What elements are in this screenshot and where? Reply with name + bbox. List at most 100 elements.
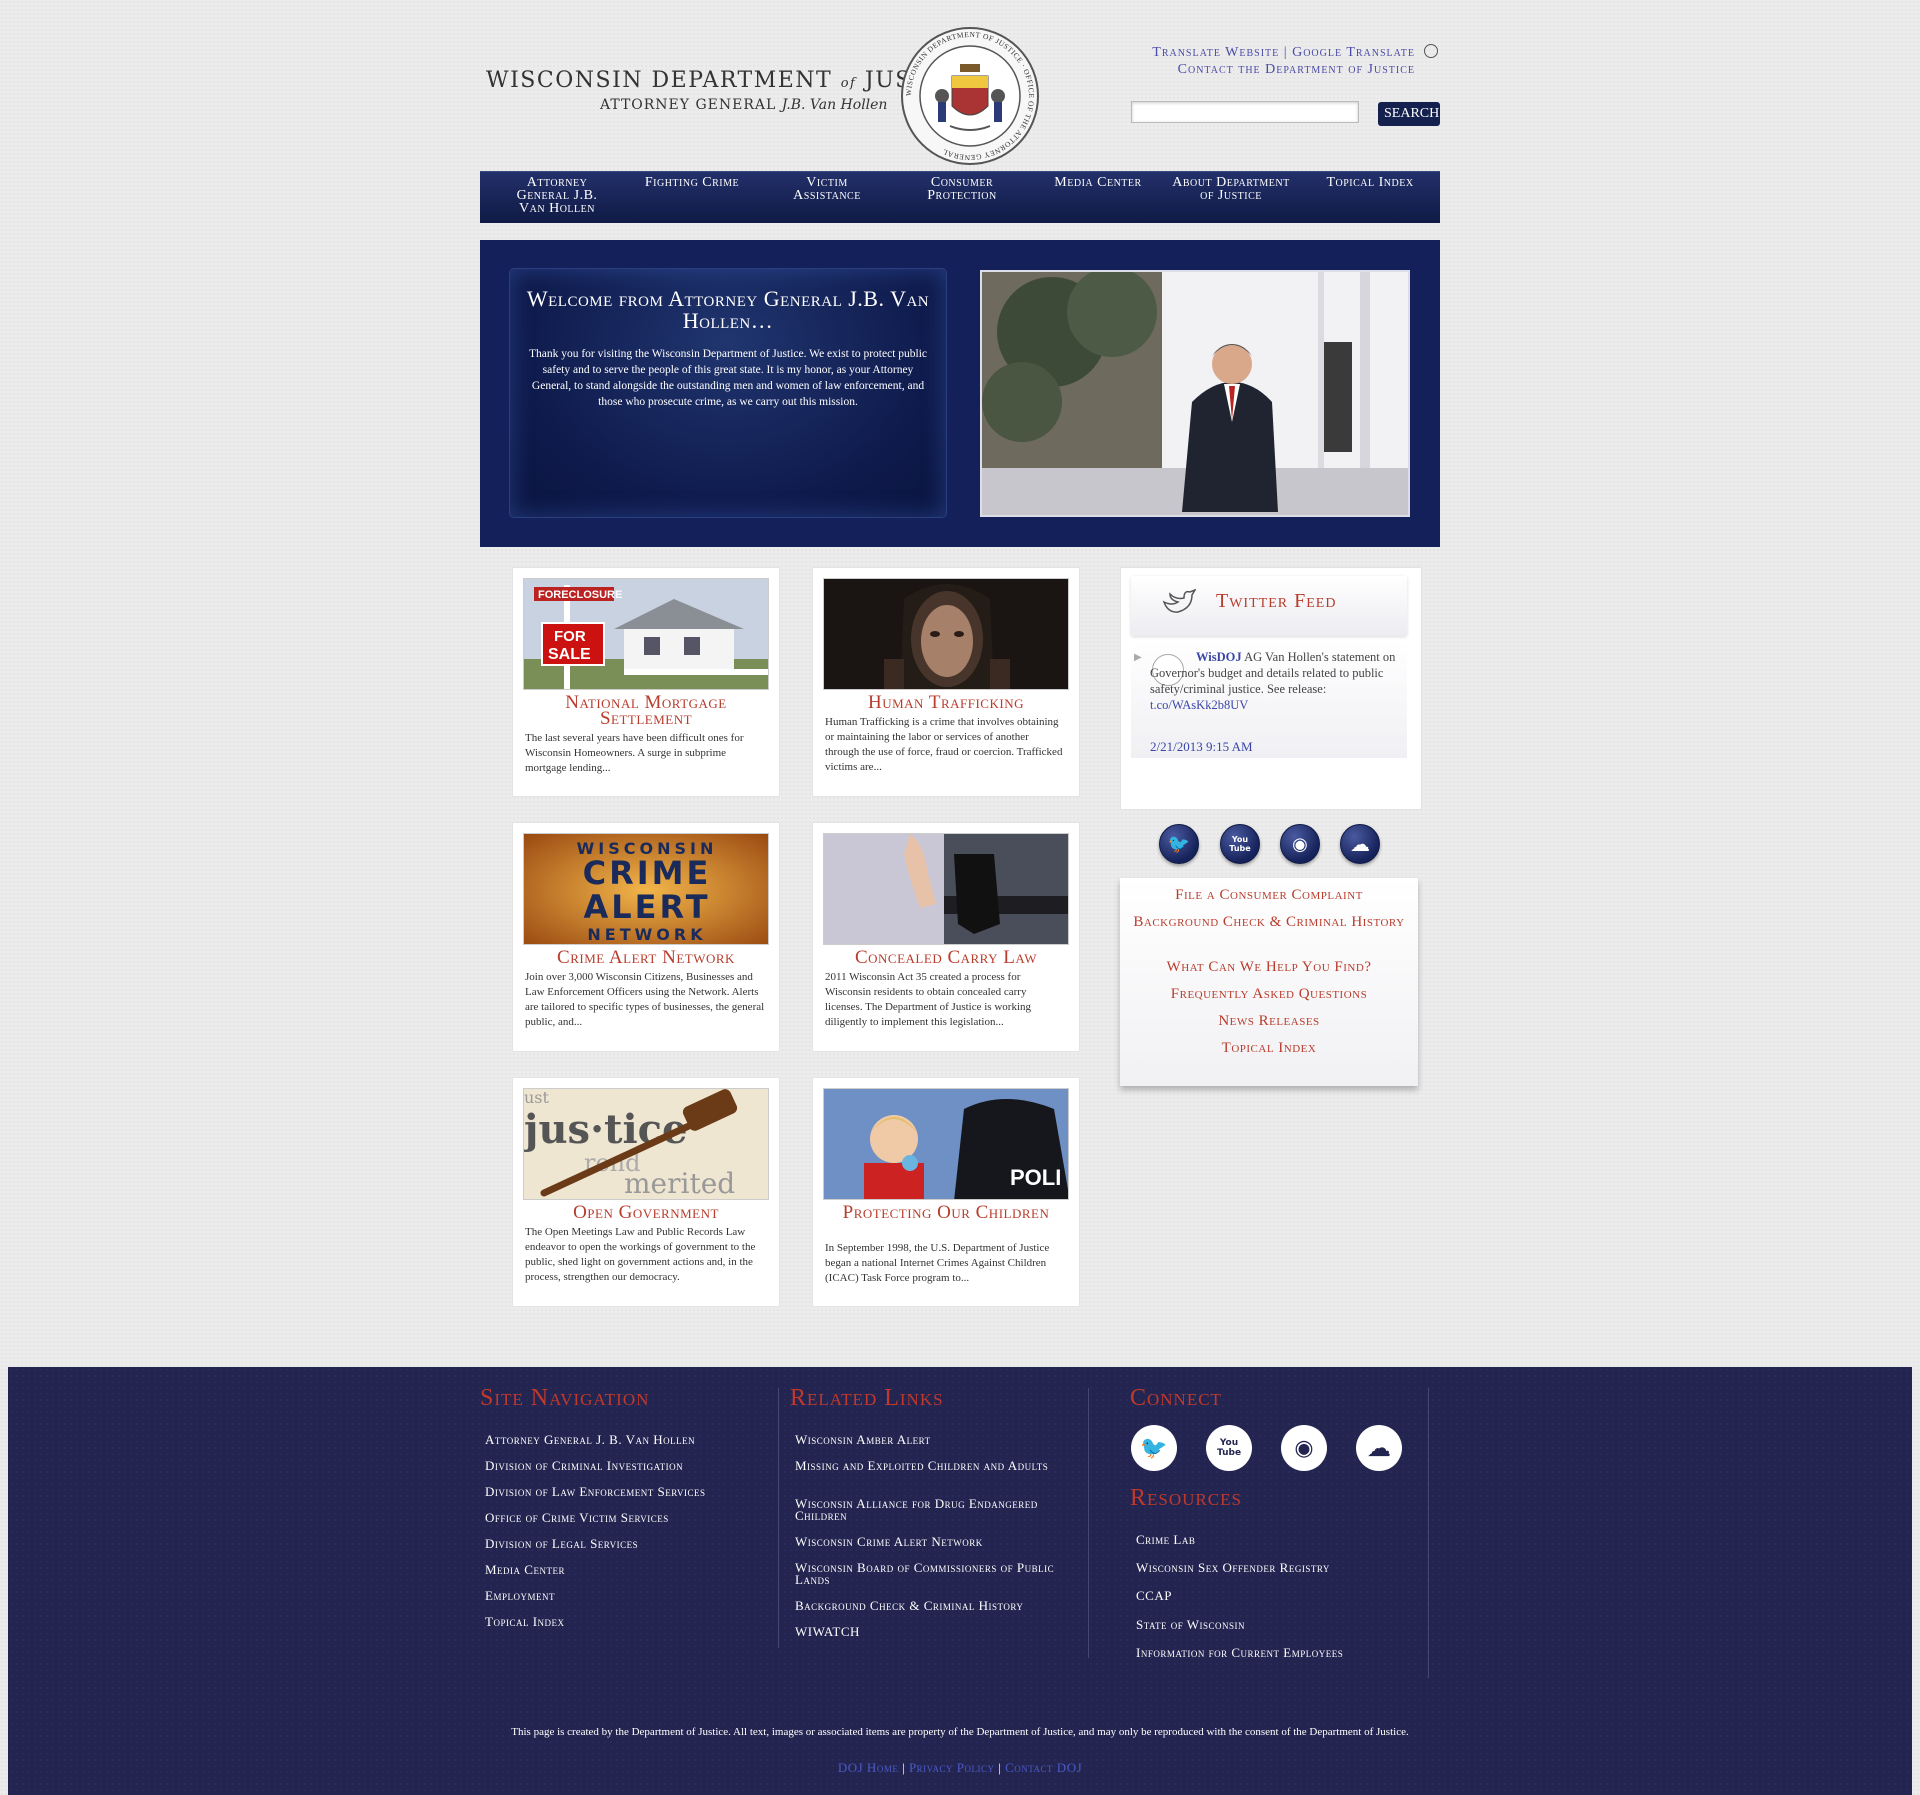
protecting-children-image: POLI <box>823 1088 1069 1200</box>
quick-link-help-find[interactable]: What Can We Help You Find? <box>1120 958 1418 976</box>
quick-link-consumer-complaint[interactable]: File a Consumer Complaint <box>1120 886 1418 904</box>
subtitle-prefix: ATTORNEY GENERAL <box>600 97 777 113</box>
footer-related-link[interactable]: Wisconsin Crime Alert Network <box>795 1535 1075 1548</box>
footer-related-link[interactable]: Missing and Exploited Children and Adult… <box>795 1459 1075 1472</box>
footer-related-link[interactable]: Background Check & Criminal History <box>795 1599 1085 1612</box>
card-title[interactable]: Concealed Carry Law <box>819 948 1073 967</box>
footer-nav-link[interactable]: Division of Legal Services <box>485 1537 638 1550</box>
card-title[interactable]: Open Government <box>519 1203 773 1222</box>
footer-related-heading: Related Links <box>790 1385 944 1411</box>
tweet-link[interactable]: t.co/WAsKk2b8UV <box>1150 698 1248 712</box>
svg-text:jus·tice: jus·tice <box>524 1106 687 1153</box>
footer-resource-link[interactable]: Information for Current Employees <box>1136 1646 1343 1659</box>
footer-divider <box>778 1388 779 1648</box>
soundcloud-icon[interactable]: ☁ <box>1340 824 1380 864</box>
footer-resource-link[interactable]: CCAP <box>1136 1589 1172 1602</box>
svg-text:FORECLOSURE: FORECLOSURE <box>538 589 622 601</box>
footer-twitter-icon[interactable]: 🐦 <box>1131 1425 1177 1471</box>
youtube-icon[interactable]: You Tube <box>1220 824 1260 864</box>
nav-victim-assistance[interactable]: Victim Assistance <box>775 176 879 203</box>
svg-text:POLI: POLI <box>1010 1165 1061 1190</box>
nav-fighting-crime[interactable]: Fighting Crime <box>640 176 744 190</box>
footer-related-link[interactable]: WIWATCH <box>795 1625 1075 1638</box>
doj-seal-logo[interactable]: WISCONSIN DEPARTMENT OF JUSTICE · OFFICE… <box>900 26 1040 166</box>
footer-soundcloud-icon[interactable]: ☁ <box>1356 1425 1402 1471</box>
search-input[interactable] <box>1131 101 1359 123</box>
site-title-part1: WISCONSIN DEPARTMENT <box>486 68 833 93</box>
card-text: The Open Meetings Law and Public Records… <box>525 1226 756 1283</box>
footer-nav-link[interactable]: Media Center <box>485 1563 565 1576</box>
tweet-body: AG Van Hollen's statement on Governor's … <box>1150 650 1396 696</box>
card-title[interactable]: National Mortgage Settlement <box>519 693 773 728</box>
footer-related-link[interactable]: Wisconsin Amber Alert <box>795 1433 1075 1446</box>
contact-doj-footer-link[interactable]: Contact DOJ <box>1005 1760 1082 1775</box>
welcome-title: Welcome from Attorney General J.B. Van H… <box>526 286 930 333</box>
nav-attorney-general[interactable]: Attorney General J.B. Van Hollen <box>502 176 612 216</box>
open-government-image: ust jus·tice rend merited <box>523 1088 769 1200</box>
svg-text:merited: merited <box>624 1167 735 1200</box>
nav-about-doj[interactable]: About Department of Justice <box>1170 176 1292 203</box>
card-open-government[interactable]: ust jus·tice rend merited Open Governmen… <box>512 1077 780 1307</box>
welcome-text: Thank you for visiting the Wisconsin Dep… <box>528 348 928 408</box>
card-concealed-carry[interactable]: Concealed Carry Law 2011 Wisconsin Act 3… <box>812 822 1080 1052</box>
card-text: 2011 Wisconsin Act 35 created a process … <box>825 971 1031 1028</box>
quick-link-background-check[interactable]: Background Check & Criminal History <box>1120 913 1418 931</box>
human-trafficking-image <box>823 578 1069 690</box>
card-title[interactable]: Crime Alert Network <box>519 948 773 967</box>
site-subtitle: ATTORNEY GENERAL J.B. Van Hollen <box>600 97 887 113</box>
nav-media-center[interactable]: Media Center <box>1037 176 1159 190</box>
footer-resource-link[interactable]: Wisconsin Sex Offender Registry <box>1136 1561 1330 1574</box>
card-crime-alert[interactable]: WISCONSIN CRIME ALERT NETWORK Crime Aler… <box>512 822 780 1052</box>
card-human-trafficking[interactable]: Human Trafficking Human Trafficking is a… <box>812 567 1080 797</box>
contact-doj-link[interactable]: Contact the Department of Justice <box>1178 62 1415 77</box>
nav-consumer-protection[interactable]: Consumer Protection <box>910 176 1014 203</box>
card-title[interactable]: Protecting Our Children <box>819 1203 1073 1222</box>
footer-youtube-icon[interactable]: You Tube <box>1206 1425 1252 1471</box>
footer-related-link[interactable]: Wisconsin Alliance for Drug Endangered C… <box>795 1497 1075 1522</box>
rss-icon[interactable]: ◉ <box>1280 824 1320 864</box>
tweet-text: WisDOJ AG Van Hollen's statement on Gove… <box>1150 649 1400 713</box>
translate-settings-icon[interactable] <box>1424 44 1438 58</box>
doj-home-link[interactable]: DOJ Home <box>838 1760 898 1775</box>
footer-nav-link[interactable]: Office of Crime Victim Services <box>485 1511 669 1524</box>
footer-resource-link[interactable]: Crime Lab <box>1136 1533 1195 1546</box>
site-title-of: of <box>840 76 857 91</box>
svg-text:CRIME: CRIME <box>583 854 712 892</box>
link-separator: | <box>1283 45 1288 60</box>
footer-related-link[interactable]: Wisconsin Board of Commissioners of Publ… <box>795 1561 1075 1586</box>
footer-nav-link[interactable]: Employment <box>485 1589 555 1602</box>
footer-nav-link[interactable]: Division of Criminal Investigation <box>485 1459 683 1472</box>
crime-alert-network-image: WISCONSIN CRIME ALERT NETWORK <box>523 833 769 945</box>
privacy-policy-link[interactable]: Privacy Policy <box>909 1760 995 1775</box>
svg-text:ALERT: ALERT <box>583 888 710 926</box>
tweet-user[interactable]: WisDOJ <box>1196 650 1242 664</box>
tweet-time[interactable]: 2/21/2013 9:15 AM <box>1150 739 1253 755</box>
twitter-title: Twitter Feed <box>1216 590 1337 612</box>
quick-link-news-releases[interactable]: News Releases <box>1120 1012 1418 1030</box>
card-title[interactable]: Human Trafficking <box>819 693 1073 712</box>
translate-website-link[interactable]: Translate Website <box>1152 45 1279 60</box>
svg-text:NETWORK: NETWORK <box>587 925 706 944</box>
svg-text:ust: ust <box>524 1089 550 1107</box>
footer-resources-heading: Resources <box>1130 1485 1242 1511</box>
google-translate-link[interactable]: Google Translate <box>1292 45 1415 60</box>
quick-link-faq[interactable]: Frequently Asked Questions <box>1120 985 1418 1003</box>
search-button[interactable]: SEARCH <box>1378 102 1440 126</box>
twitter-icon[interactable]: 🐦 <box>1159 824 1199 864</box>
top-links: Translate Website | Google Translate Con… <box>1152 44 1415 78</box>
footer-resource-link[interactable]: State of Wisconsin <box>1136 1618 1245 1631</box>
copyright-text: This page is created by the Department o… <box>511 1726 1409 1738</box>
footer-bottom-links: DOJ Home | Privacy Policy | Contact DOJ <box>480 1760 1440 1776</box>
footer-site-nav-heading: Site Navigation <box>480 1385 650 1411</box>
card-national-mortgage[interactable]: FORECLOSURE FOR SALE National Mortgage S… <box>512 567 780 797</box>
footer-nav-link[interactable]: Division of Law Enforcement Services <box>485 1485 706 1498</box>
foreclosure-image: FORECLOSURE FOR SALE <box>523 578 769 690</box>
footer-nav-link[interactable]: Attorney General J. B. Van Hollen <box>485 1433 695 1446</box>
link-separator: | <box>998 1760 1002 1775</box>
card-protecting-children[interactable]: POLI Protecting Our Children In Septembe… <box>812 1077 1080 1307</box>
footer-nav-link[interactable]: Topical Index <box>485 1615 565 1628</box>
quick-link-topical-index[interactable]: Topical Index <box>1120 1039 1418 1057</box>
footer-rss-icon[interactable]: ◉ <box>1281 1425 1327 1471</box>
nav-topical-index[interactable]: Topical Index <box>1310 176 1430 190</box>
link-separator: | <box>902 1760 906 1775</box>
